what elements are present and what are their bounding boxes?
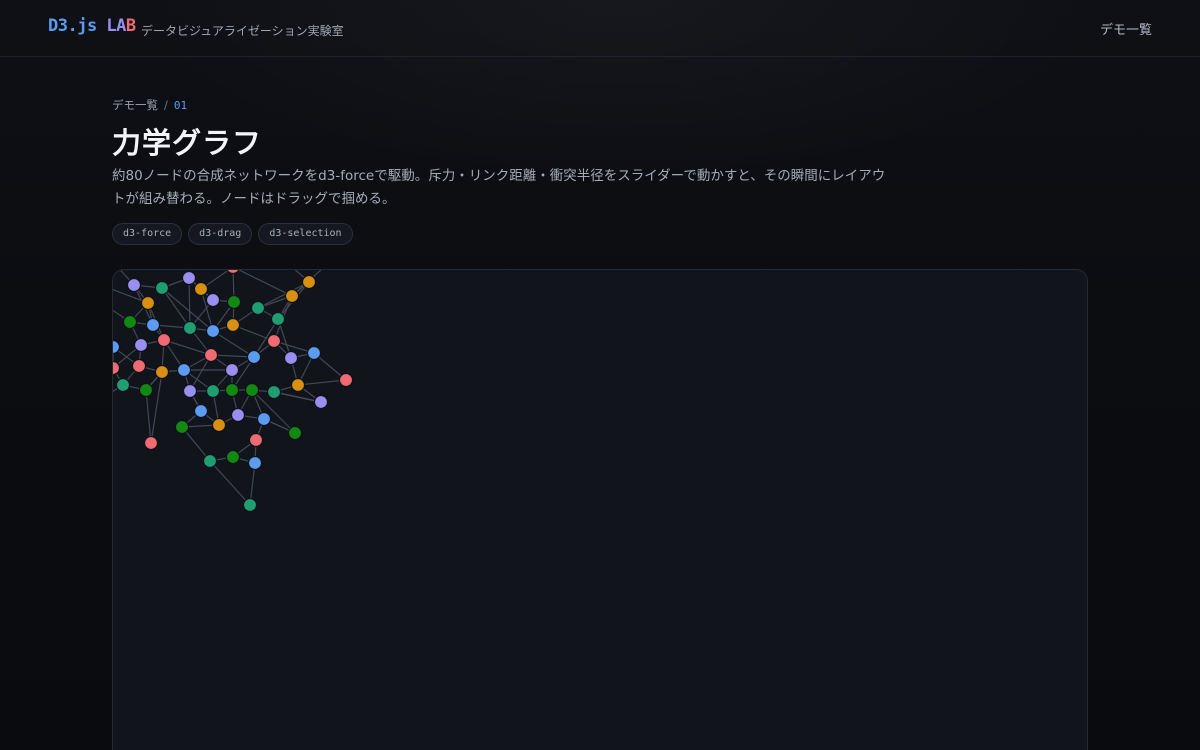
- graph-node[interactable]: [301, 274, 317, 290]
- force-graph-canvas[interactable]: [113, 270, 1088, 750]
- graph-node[interactable]: [283, 350, 299, 366]
- site-logo[interactable]: D3.js LAB: [48, 16, 136, 36]
- top-bar: D3.js LAB データビジュアライゼーション実験室 デモ一覧: [0, 0, 1200, 57]
- tag-list: d3-force d3-drag d3-selection: [112, 223, 353, 245]
- graph-nodes[interactable]: [113, 270, 354, 513]
- graph-link: [237, 270, 293, 297]
- graph-node[interactable]: [284, 288, 300, 304]
- graph-link: [297, 379, 347, 386]
- graph-link: [163, 339, 212, 356]
- logo-text-d3js: D3.js: [48, 16, 107, 36]
- graph-node[interactable]: [143, 435, 159, 451]
- graph-node[interactable]: [205, 292, 221, 308]
- page-description: 約80ノードの合成ネットワークをd3-forceで駆動。斥力・リンク距離・衝突半…: [112, 168, 886, 207]
- graph-node[interactable]: [203, 347, 219, 363]
- graph-node[interactable]: [287, 425, 303, 441]
- graph-node[interactable]: [225, 317, 241, 333]
- breadcrumb: デモ一覧 / 01: [112, 97, 187, 113]
- graph-panel[interactable]: [112, 269, 1088, 750]
- graph-link: [257, 281, 310, 309]
- page-title: 力学グラフ: [112, 126, 263, 160]
- tag-d3-drag: d3-drag: [188, 223, 253, 245]
- graph-node[interactable]: [193, 403, 209, 419]
- graph-node[interactable]: [138, 382, 154, 398]
- graph-node[interactable]: [174, 419, 190, 435]
- graph-node[interactable]: [266, 333, 282, 349]
- graph-node[interactable]: [338, 372, 354, 388]
- graph-node[interactable]: [246, 349, 262, 365]
- graph-node[interactable]: [270, 311, 286, 327]
- graph-node[interactable]: [154, 364, 170, 380]
- graph-node[interactable]: [205, 323, 221, 339]
- graph-node[interactable]: [266, 384, 282, 400]
- tag-d3-selection: d3-selection: [258, 223, 353, 245]
- graph-node[interactable]: [313, 394, 329, 410]
- graph-node[interactable]: [182, 383, 198, 399]
- graph-node[interactable]: [248, 432, 264, 448]
- breadcrumb-current: 01: [173, 99, 188, 112]
- graph-node[interactable]: [224, 382, 240, 398]
- graph-node[interactable]: [256, 411, 272, 427]
- graph-node[interactable]: [224, 362, 240, 378]
- graph-node[interactable]: [290, 377, 306, 393]
- graph-link: [145, 389, 152, 444]
- graph-node[interactable]: [306, 345, 322, 361]
- graph-node[interactable]: [181, 270, 197, 286]
- graph-node[interactable]: [182, 320, 198, 336]
- breadcrumb-home-link[interactable]: デモ一覧: [112, 98, 158, 112]
- logo-text-b: B: [125, 16, 136, 36]
- graph-node[interactable]: [115, 377, 131, 393]
- graph-node[interactable]: [250, 300, 266, 316]
- graph-node[interactable]: [131, 358, 147, 374]
- graph-node[interactable]: [126, 277, 142, 293]
- graph-node[interactable]: [242, 497, 258, 513]
- site-subtitle: データビジュアライゼーション実験室: [141, 24, 344, 38]
- graph-node[interactable]: [226, 294, 242, 310]
- graph-link: [188, 277, 191, 329]
- graph-link: [209, 460, 251, 506]
- graph-node[interactable]: [140, 295, 156, 311]
- breadcrumb-separator: /: [164, 98, 168, 112]
- graph-node[interactable]: [202, 453, 218, 469]
- graph-node[interactable]: [193, 281, 209, 297]
- nav-demo-list-link[interactable]: デモ一覧: [1100, 19, 1152, 38]
- graph-node[interactable]: [154, 280, 170, 296]
- graph-link: [212, 330, 255, 358]
- graph-node[interactable]: [225, 449, 241, 465]
- graph-node[interactable]: [156, 332, 172, 348]
- graph-node[interactable]: [205, 383, 221, 399]
- graph-node[interactable]: [133, 337, 149, 353]
- graph-node[interactable]: [244, 382, 260, 398]
- graph-node[interactable]: [122, 314, 138, 330]
- graph-node[interactable]: [211, 417, 227, 433]
- graph-node[interactable]: [230, 407, 246, 423]
- logo-text-la: LA: [106, 16, 126, 36]
- graph-node[interactable]: [247, 455, 263, 471]
- graph-node[interactable]: [145, 317, 161, 333]
- graph-node[interactable]: [226, 270, 240, 275]
- graph-node[interactable]: [176, 362, 192, 378]
- tag-d3-force: d3-force: [112, 223, 183, 245]
